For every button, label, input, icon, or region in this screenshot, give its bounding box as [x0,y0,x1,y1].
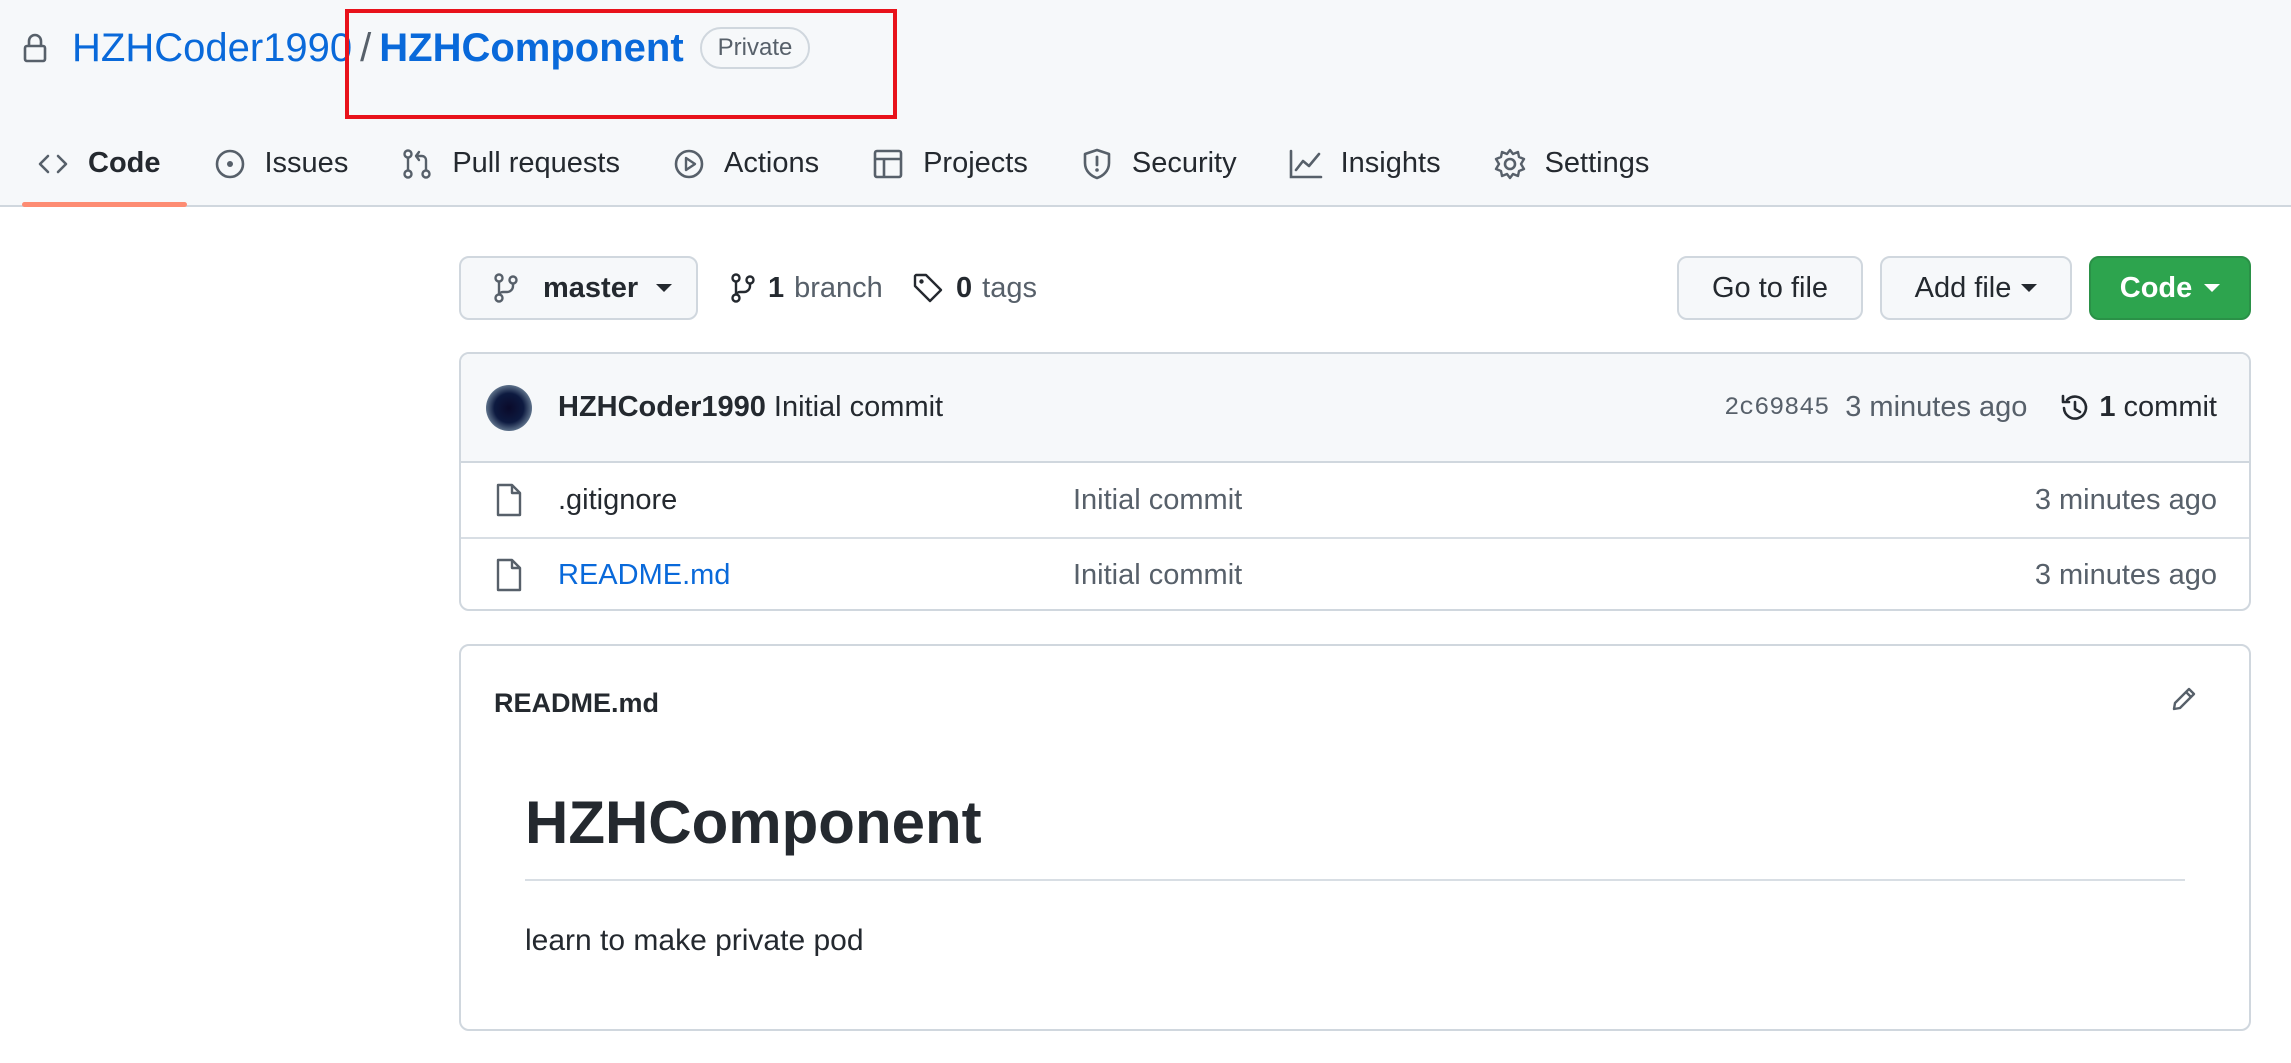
pencil-icon[interactable] [2169,684,2203,718]
add-file-button[interactable]: Add file [1880,256,2072,320]
code-button-label: Code [2119,271,2193,304]
file-time: 3 minutes ago [2034,483,2217,516]
go-to-file-button[interactable]: Go to file [1677,256,1863,320]
file-icon [495,483,535,517]
tags-link[interactable]: 0 tags [912,264,1037,312]
branch-name: master [543,271,639,304]
tag-icon [912,272,944,304]
gear-icon [1493,147,1527,181]
readme-filename[interactable]: README.md [494,688,659,719]
table-icon [871,147,905,181]
commit-count: 1 [2099,391,2116,423]
add-file-label: Add file [1914,271,2012,304]
highlight-box [345,9,897,119]
repo-nav-tabs: Code Issues Pull requests Actions Projec… [22,126,1675,207]
chevron-down-icon [2021,284,2038,292]
tab-label: Pull requests [452,147,620,179]
tab-actions[interactable]: Actions [646,126,845,201]
graph-icon [1289,147,1323,181]
file-commit-message[interactable]: Initial commit [1073,484,2035,517]
chevron-down-icon [2204,284,2221,292]
latest-commit-bar: HZHCoder1990 Initial commit 2c69845 3 mi… [461,354,2249,463]
owner-link[interactable]: HZHCoder1990 [72,26,352,71]
history-icon [2059,392,2091,424]
tab-label: Projects [923,147,1028,179]
commit-count-label: commit [2123,391,2217,423]
commit-message[interactable]: Initial commit [774,391,943,424]
file-row[interactable]: .gitignore Initial commit 3 minutes ago [461,463,2249,537]
tab-label: Code [88,147,161,179]
tab-label: Actions [723,147,820,179]
file-name[interactable]: .gitignore [558,484,1073,517]
branch-icon [730,272,756,304]
tab-pull-requests[interactable]: Pull requests [374,126,646,201]
file-row[interactable]: README.md Initial commit 3 minutes ago [461,537,2249,609]
code-icon [36,147,70,181]
play-icon [672,147,706,181]
branch-count: 1 [768,271,785,304]
tag-count: 0 [956,271,973,304]
tab-security[interactable]: Security [1054,126,1263,201]
pull-request-icon [400,147,434,181]
readme-body: learn to make private pod [525,924,864,957]
commit-author[interactable]: HZHCoder1990 [558,391,766,424]
branch-label: branch [794,271,883,304]
avatar[interactable] [486,384,532,431]
readme-panel: README.md HZHComponent learn to make pri… [459,644,2251,1031]
file-icon [495,558,535,592]
tab-settings[interactable]: Settings [1467,126,1676,201]
issue-icon [213,147,247,181]
tab-code[interactable]: Code [22,126,187,207]
lock-icon [22,32,50,64]
tab-label: Issues [264,147,349,179]
file-list: HZHCoder1990 Initial commit 2c69845 3 mi… [459,352,2251,611]
branch-icon [493,272,519,304]
tab-label: Insights [1340,147,1441,179]
shield-icon [1080,147,1114,181]
commit-history-link[interactable]: 1 commit [2059,391,2217,424]
file-name[interactable]: README.md [558,559,1073,592]
commit-sha[interactable]: 2c69845 [1724,393,1829,422]
branch-select-button[interactable]: master [459,256,698,320]
file-time: 3 minutes ago [2034,558,2217,591]
repo-header: HZHCoder1990 / HZHComponent Private Code… [0,0,2291,207]
tag-label: tags [982,271,1037,304]
code-button[interactable]: Code [2089,256,2251,320]
tab-issues[interactable]: Issues [187,126,375,201]
file-commit-message[interactable]: Initial commit [1073,559,2035,592]
branches-link[interactable]: 1 branch [730,264,883,312]
chevron-down-icon [656,284,673,292]
tab-insights[interactable]: Insights [1263,126,1467,201]
commit-time[interactable]: 3 minutes ago [1845,391,2027,424]
readme-heading: HZHComponent [525,788,2185,881]
tab-label: Security [1131,147,1237,179]
tab-label: Settings [1544,147,1650,179]
tab-projects[interactable]: Projects [845,126,1054,201]
